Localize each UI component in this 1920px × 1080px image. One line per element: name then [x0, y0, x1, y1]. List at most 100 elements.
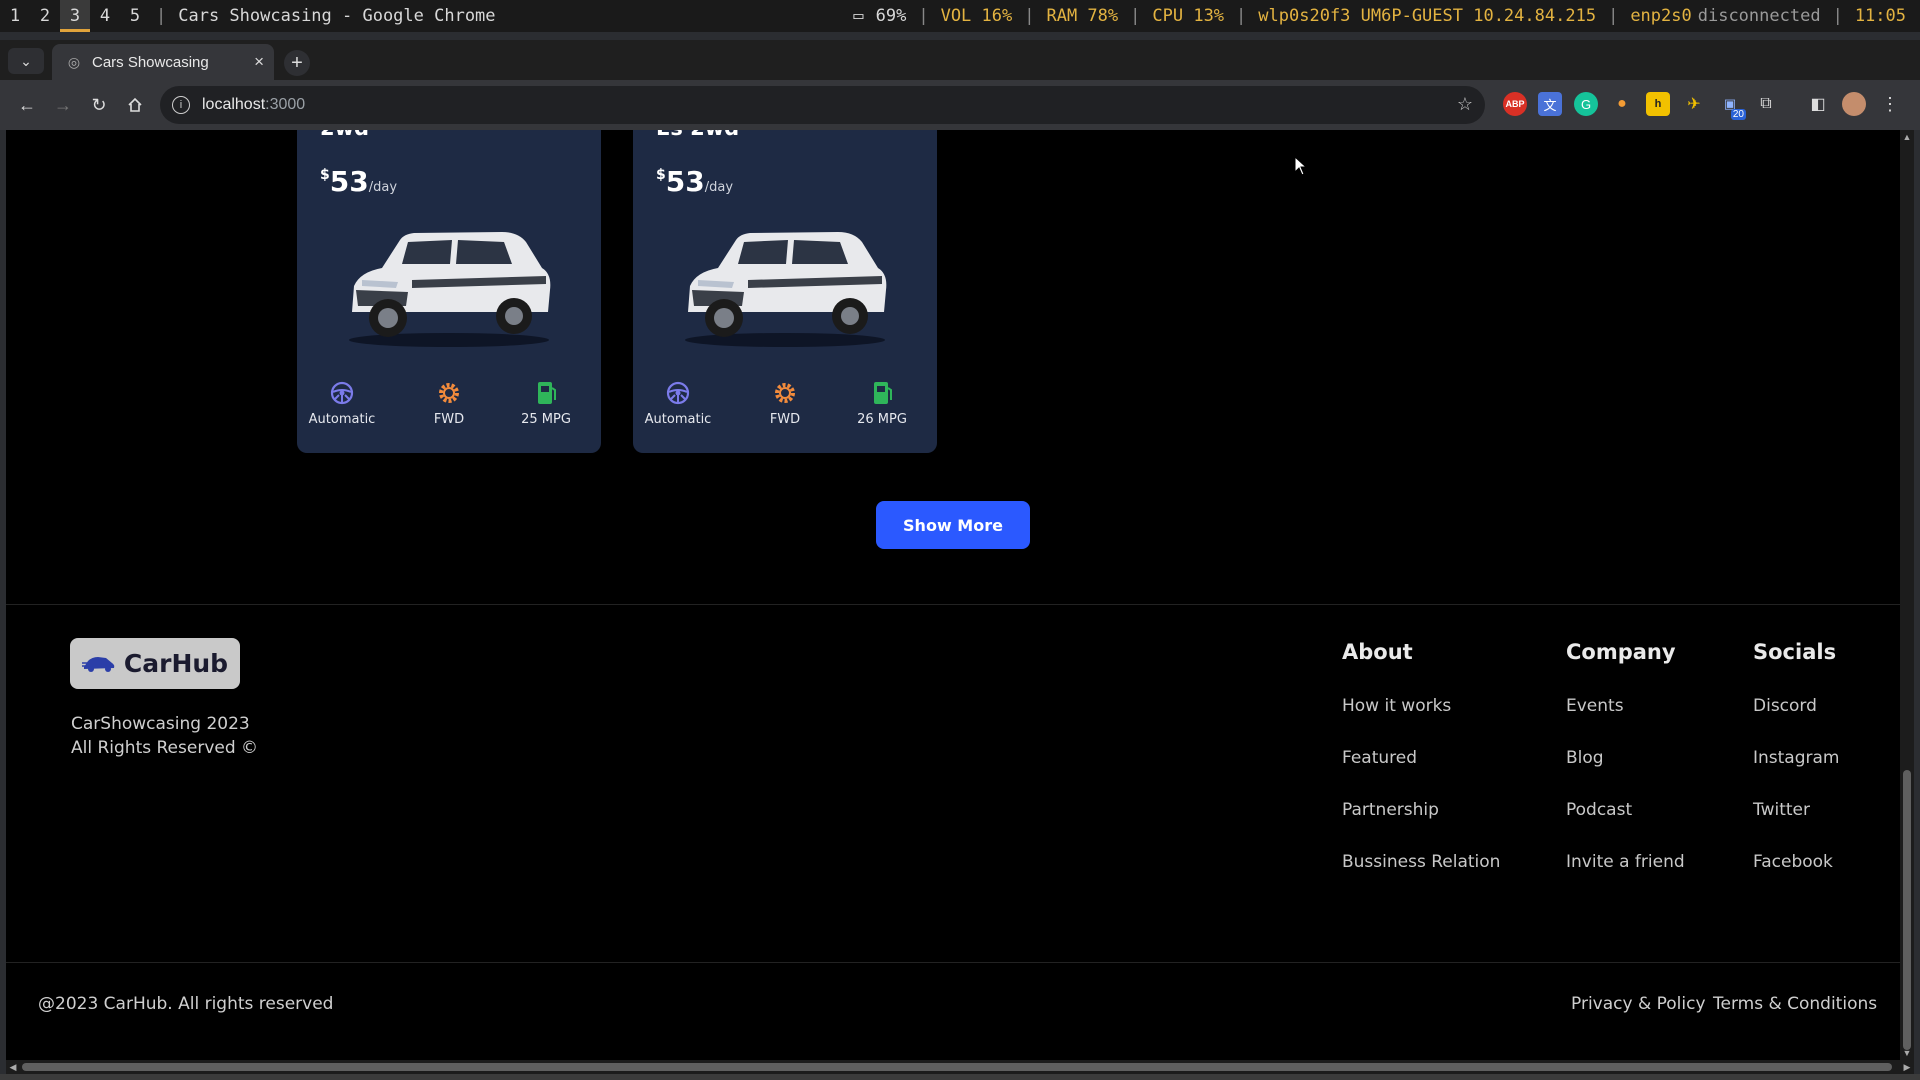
copyright-line: All Rights Reserved © — [71, 738, 259, 758]
more-menu-icon[interactable]: ⋮ — [1878, 92, 1902, 116]
side-panel-icon[interactable]: ◧ — [1806, 92, 1830, 116]
gear-icon — [404, 380, 494, 406]
scroll-down-icon[interactable]: ▼ — [1900, 1046, 1914, 1060]
footer-link[interactable]: Events — [1566, 696, 1685, 748]
volume-status: VOL 16% — [940, 6, 1013, 26]
ram-status: RAM 78% — [1046, 6, 1119, 26]
desktop-edge — [0, 1074, 1920, 1080]
footer-divider — [6, 604, 1900, 605]
steering-wheel-icon — [297, 380, 387, 406]
footer-column-title: About — [1342, 640, 1413, 664]
new-tab-button[interactable]: + — [284, 50, 310, 76]
scrollbar-thumb[interactable] — [22, 1063, 1892, 1071]
show-more-button[interactable]: Show More — [876, 501, 1030, 549]
steering-wheel-icon — [633, 380, 723, 406]
footer-column-about: About How it works Featured Partnership … — [1342, 640, 1500, 904]
plus-icon: + — [291, 51, 303, 74]
tab-search-button[interactable]: ⌄ — [8, 48, 44, 74]
grammarly-extension-icon[interactable]: G — [1574, 92, 1598, 116]
car-logo-icon — [81, 656, 115, 672]
scrollbar-thumb[interactable] — [1903, 770, 1911, 1050]
footer-link[interactable]: Facebook — [1753, 852, 1840, 904]
forward-button[interactable]: → — [50, 92, 76, 118]
footer-link[interactable]: Blog — [1566, 748, 1685, 800]
scroll-up-icon[interactable]: ▲ — [1900, 130, 1914, 144]
workspace-4[interactable]: 4 — [90, 0, 120, 32]
footer-link[interactable]: Twitter — [1753, 800, 1840, 852]
profile-avatar[interactable] — [1842, 92, 1866, 116]
home-icon — [128, 97, 142, 112]
car-card[interactable]: 2wd $53/day Automatic FWD — [297, 130, 601, 453]
url-text[interactable]: localhost:3000 — [202, 96, 305, 114]
gear-icon — [740, 380, 830, 406]
tab-title: Cars Showcasing — [92, 53, 209, 71]
bookmark-star-icon[interactable]: ☆ — [1457, 94, 1473, 115]
site-info-icon[interactable]: i — [172, 96, 190, 114]
car-price: $53/day — [320, 165, 398, 198]
battery-level: 69% — [875, 6, 907, 26]
airplane-extension-icon[interactable]: ✈ — [1682, 92, 1706, 116]
footer-link[interactable]: Discord — [1753, 696, 1840, 748]
footer-link[interactable]: Featured — [1342, 748, 1500, 800]
ethernet-iface: enp2s0 — [1630, 6, 1692, 26]
fuel-pump-icon — [837, 380, 927, 406]
spec-transmission: Automatic — [633, 380, 723, 427]
workspace-5[interactable]: 5 — [120, 0, 150, 32]
logo-text: CarHub — [123, 649, 229, 678]
scroll-left-icon[interactable]: ◀ — [6, 1060, 20, 1074]
car-price: $53/day — [656, 165, 734, 198]
spec-mpg: 25 MPG — [501, 380, 591, 427]
car-image — [685, 232, 887, 347]
terms-conditions-link[interactable]: Terms & Conditions — [1713, 994, 1877, 1014]
footer-link[interactable]: How it works — [1342, 696, 1500, 748]
footer-link[interactable]: Invite a friend — [1566, 852, 1685, 904]
battery-icon: ▭ — [853, 6, 864, 26]
tab-strip: ⌄ ◎ Cars Showcasing × + — [0, 40, 1920, 80]
calendar-extension-icon[interactable]: ▣ 20 — [1718, 92, 1746, 120]
puzzle-extensions-icon[interactable]: ⧉ — [1754, 92, 1778, 116]
arrow-left-icon: ← — [18, 94, 36, 115]
fuel-pump-icon — [501, 380, 591, 406]
spec-transmission: Automatic — [297, 380, 387, 427]
car-name: Es 2wd — [656, 130, 739, 140]
workspace-3[interactable]: 3 — [60, 0, 90, 32]
footer-link[interactable]: Podcast — [1566, 800, 1685, 852]
home-button[interactable] — [122, 92, 148, 118]
privacy-policy-link[interactable]: Privacy & Policy — [1571, 994, 1706, 1014]
scroll-right-icon[interactable]: ▶ — [1900, 1060, 1914, 1074]
close-icon[interactable]: × — [254, 52, 264, 72]
footer-column-title: Company — [1566, 640, 1676, 664]
chevron-down-icon: ⌄ — [20, 52, 32, 69]
reload-button[interactable]: ↻ — [86, 92, 112, 118]
spec-mpg: 26 MPG — [837, 380, 927, 427]
os-status-bar: 1 2 3 4 5 | Cars Showcasing - Google Chr… — [0, 0, 1920, 32]
hours-extension-icon[interactable]: h — [1646, 92, 1670, 116]
car-card[interactable]: Es 2wd $53/day Automatic FWD — [633, 130, 937, 453]
car-name: 2wd — [320, 130, 369, 140]
adblock-extension-icon[interactable]: ABP — [1503, 92, 1527, 116]
honey-extension-icon[interactable]: ● — [1610, 92, 1634, 116]
footer-column-socials: Socials Discord Instagram Twitter Facebo… — [1753, 640, 1840, 904]
footer-link[interactable]: Partnership — [1342, 800, 1500, 852]
reload-icon: ↻ — [91, 94, 107, 115]
horizontal-scrollbar[interactable]: ◀ ▶ — [6, 1060, 1914, 1074]
footer-link[interactable]: Instagram — [1753, 748, 1840, 800]
carhub-logo[interactable]: CarHub — [70, 638, 240, 689]
mouse-cursor-icon — [1294, 156, 1308, 176]
window-title: Cars Showcasing - Google Chrome — [178, 6, 496, 26]
footer-rights: @2023 CarHub. All rights reserved — [38, 994, 334, 1014]
cpu-status: CPU 13% — [1152, 6, 1225, 26]
spec-drive: FWD — [404, 380, 494, 427]
globe-icon: ◎ — [67, 53, 81, 70]
workspace-1[interactable]: 1 — [0, 0, 30, 32]
footer-column-title: Socials — [1753, 640, 1837, 664]
address-bar[interactable]: i localhost:3000 ☆ — [160, 86, 1485, 124]
tab-cars-showcasing[interactable]: ◎ Cars Showcasing × — [52, 44, 274, 80]
translate-extension-icon[interactable]: 文 — [1538, 92, 1562, 116]
arrow-right-icon: → — [54, 94, 72, 115]
car-image — [349, 232, 551, 347]
workspace-2[interactable]: 2 — [30, 0, 60, 32]
back-button[interactable]: ← — [14, 92, 40, 118]
vertical-scrollbar[interactable]: ▲ ▼ — [1900, 130, 1914, 1060]
footer-link[interactable]: Bussiness Relation — [1342, 852, 1500, 904]
